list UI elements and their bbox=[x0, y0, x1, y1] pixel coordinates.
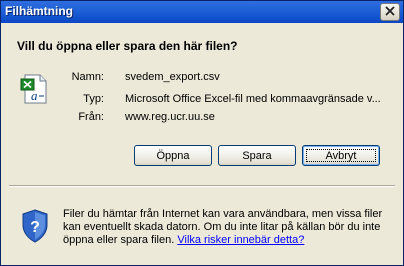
separator bbox=[9, 185, 395, 187]
cancel-button[interactable]: Avbryt bbox=[302, 145, 380, 166]
risks-link[interactable]: Vilka risker innebär detta? bbox=[177, 234, 304, 246]
security-shield-icon: ? bbox=[21, 209, 49, 243]
svg-text:a: a bbox=[31, 88, 38, 103]
open-button[interactable]: Öppna bbox=[134, 145, 212, 166]
window-title: Filhämtning bbox=[5, 4, 73, 18]
type-value: Microsoft Office Excel-fil med kommaavgr… bbox=[125, 93, 381, 105]
from-value: www.reg.ucr.uu.se bbox=[125, 111, 215, 123]
name-value: svedem_export.csv bbox=[125, 71, 220, 83]
name-label: Namn: bbox=[71, 71, 104, 83]
save-button[interactable]: Spara bbox=[218, 145, 296, 166]
from-label: Från: bbox=[78, 111, 104, 123]
type-label: Typ: bbox=[83, 93, 104, 105]
svg-text:?: ? bbox=[30, 219, 40, 236]
close-icon bbox=[385, 3, 395, 21]
close-button[interactable] bbox=[380, 3, 400, 21]
dialog-question: Vill du öppna eller spara den här filen? bbox=[17, 39, 238, 53]
security-warning: Filer du hämtar från Internet kan vara a… bbox=[63, 208, 393, 247]
file-download-dialog: Filhämtning Vill du öppna eller spara de… bbox=[0, 0, 404, 266]
title-bar: Filhämtning bbox=[1, 1, 403, 23]
